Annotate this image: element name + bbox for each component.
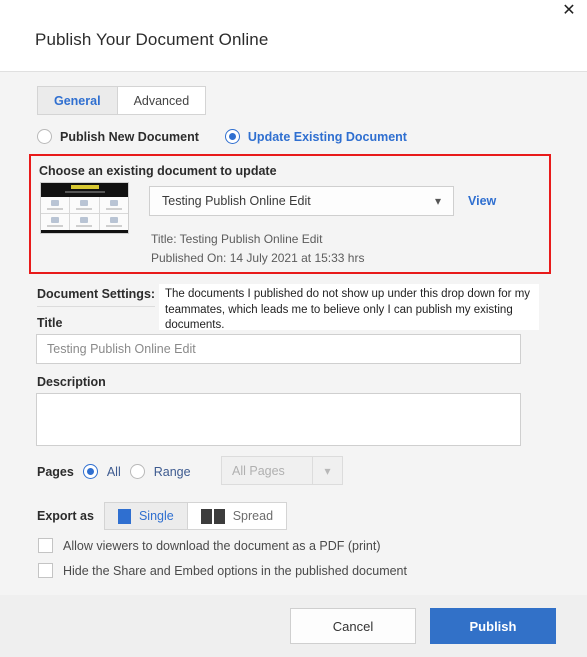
- chevron-down-icon: ▾: [434, 194, 442, 208]
- radio-update-existing-document[interactable]: [224, 129, 240, 144]
- radio-pages-range[interactable]: [129, 464, 145, 479]
- tab-general[interactable]: General: [37, 86, 118, 115]
- thumbnail-header: [41, 183, 128, 197]
- dialog-titlebar: ✕ Publish Your Document Online: [0, 0, 587, 72]
- single-page-icon: [117, 508, 131, 524]
- description-field-label: Description: [37, 375, 106, 389]
- existing-document-title: Title: Testing Publish Online Edit: [151, 232, 323, 246]
- page-title: Publish Your Document Online: [35, 30, 269, 49]
- thumbnail-grid: [41, 197, 128, 230]
- tab-advanced[interactable]: Advanced: [117, 86, 207, 115]
- export-as-label: Export as: [37, 509, 94, 523]
- publish-button[interactable]: Publish: [430, 608, 556, 644]
- thumbnail-cell: [99, 197, 128, 213]
- thumbnail-subtitle-bar: [64, 191, 105, 193]
- existing-document-published-on: Published On: 14 July 2021 at 15:33 hrs: [151, 251, 365, 265]
- label-allow-download: Allow viewers to download the document a…: [63, 538, 381, 553]
- close-icon[interactable]: ✕: [555, 0, 583, 22]
- document-thumbnail: [40, 182, 129, 234]
- label-update-existing-document: Update Existing Document: [247, 129, 407, 144]
- spread-pages-icon: [200, 508, 225, 524]
- thumbnail-cell: [99, 214, 128, 230]
- document-settings-label: Document Settings:: [37, 287, 156, 301]
- option-allow-download-row: Allow viewers to download the document a…: [38, 538, 381, 553]
- export-as-row: Export as Single Spread: [37, 502, 288, 530]
- existing-document-panel: Choose an existing document to update Te…: [29, 154, 551, 274]
- thumbnail-footer: [41, 230, 128, 233]
- label-publish-new-document: Publish New Document: [60, 129, 199, 144]
- existing-document-dropdown[interactable]: Testing Publish Online Edit ▾: [149, 186, 454, 216]
- publish-mode-group: Publish New Document Update Existing Doc…: [37, 129, 407, 144]
- title-input[interactable]: Testing Publish Online Edit: [36, 334, 521, 364]
- title-field-label: Title: [37, 316, 63, 330]
- label-pages-range: Range: [153, 464, 191, 479]
- thumbnail-cell: [70, 197, 99, 213]
- tab-bar: General Advanced: [37, 86, 207, 115]
- export-as-segmented-control: Single Spread: [103, 502, 288, 530]
- section-divider: [37, 306, 155, 307]
- radio-publish-new-document[interactable]: [37, 129, 52, 144]
- thumbnail-cell: [41, 214, 70, 230]
- export-single-button[interactable]: Single: [103, 502, 188, 530]
- label-hide-share-embed: Hide the Share and Embed options in the …: [63, 563, 407, 578]
- cancel-button[interactable]: Cancel: [290, 608, 416, 644]
- thumbnail-cell: [41, 197, 70, 213]
- export-spread-label: Spread: [232, 509, 274, 523]
- pages-row: Pages All Range: [37, 464, 191, 479]
- checkbox-allow-download[interactable]: [38, 538, 53, 553]
- radio-pages-all[interactable]: [82, 464, 98, 479]
- pages-range-dropdown-value: All Pages: [232, 463, 285, 478]
- option-hide-share-row: Hide the Share and Embed options in the …: [38, 563, 407, 578]
- annotation-note: The documents I published do not show up…: [159, 284, 539, 330]
- export-spread-button[interactable]: Spread: [187, 502, 288, 530]
- existing-document-dropdown-value: Testing Publish Online Edit: [162, 194, 311, 208]
- dialog-footer: Cancel Publish: [0, 595, 587, 657]
- label-pages-all: All: [106, 464, 121, 479]
- view-link[interactable]: View: [468, 194, 496, 208]
- checkbox-hide-share-embed[interactable]: [38, 563, 53, 578]
- export-single-label: Single: [138, 509, 174, 523]
- description-input[interactable]: [36, 393, 521, 446]
- thumbnail-cell: [70, 214, 99, 230]
- chevron-down-icon: ▾: [312, 457, 342, 484]
- existing-document-heading: Choose an existing document to update: [39, 164, 277, 178]
- thumbnail-title-bar: [70, 185, 99, 189]
- pages-range-dropdown[interactable]: All Pages ▾: [221, 456, 343, 485]
- pages-label: Pages: [37, 464, 74, 479]
